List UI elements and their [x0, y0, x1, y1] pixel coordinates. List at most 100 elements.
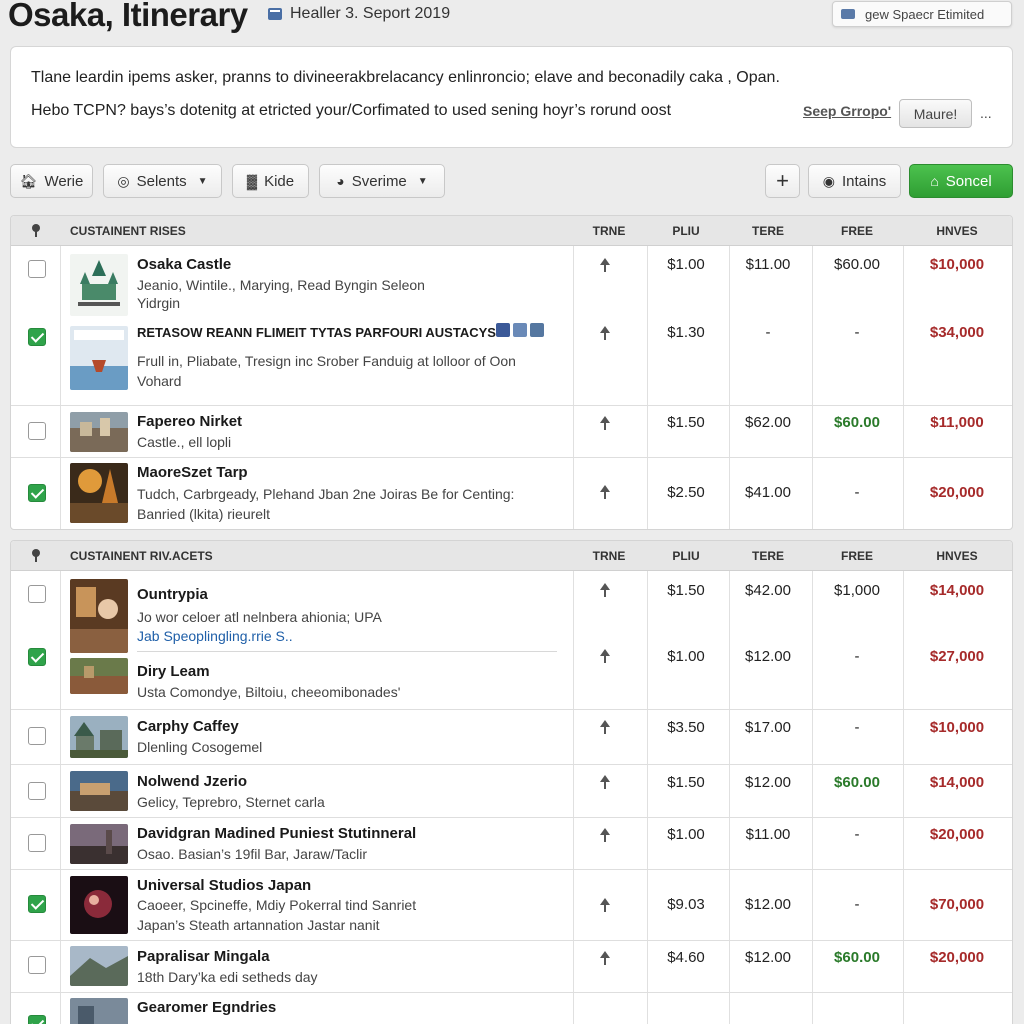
title-bar: Osaka, Itinerary Healler 3. Seport 2019 …	[0, 0, 1024, 36]
itinerary-table-2: CUSTAINENT RIV.ACETS TRNE PLIU TERE FREE…	[10, 540, 1013, 1024]
column-header-name[interactable]: CUSTAINENT RISES	[70, 224, 186, 238]
facebook-icon[interactable]	[496, 323, 510, 337]
primary-button[interactable]: ⌂ Soncel	[909, 164, 1013, 198]
sort-arrow-icon[interactable]	[599, 898, 611, 914]
social-icons	[496, 323, 544, 337]
row-checkbox[interactable]	[28, 328, 46, 346]
table-row[interactable]: MaoreSzet Tarp Tudch, Carbrgeady, Plehan…	[11, 458, 1012, 529]
top-right-label: gew Spaecr Etimited	[865, 6, 985, 22]
price-cell: $60.00	[834, 949, 880, 966]
description-button[interactable]: Maure!	[899, 99, 972, 128]
row-link[interactable]: Jab Speoplingling.rrie S..	[137, 628, 293, 644]
pin-icon	[31, 549, 41, 563]
table-row[interactable]: Ountrypia Jo wor celoer atl nelnbera ahi…	[11, 571, 1012, 710]
column-header-hnves[interactable]: HNVES	[917, 224, 997, 238]
sort-arrow-icon[interactable]	[599, 828, 611, 844]
row-title[interactable]: MaoreSzet Tarp	[137, 464, 248, 481]
row-title[interactable]: Ountrypia	[137, 586, 208, 603]
price-cell: -	[854, 826, 860, 843]
row-subtitle: Castle., ell lopli	[137, 434, 232, 450]
column-header-name[interactable]: CUSTAINENT RIV.ACETS	[70, 549, 213, 563]
row-checkbox[interactable]	[28, 648, 46, 666]
column-header-hnves[interactable]: HNVES	[917, 549, 997, 563]
table-header: CUSTAINENT RIV.ACETS TRNE PLIU TERE FREE…	[11, 541, 1012, 571]
share-icon[interactable]	[513, 323, 527, 337]
row-subtitle: Caoeer, Spcineffe, Mdiy Pokerral tind Sa…	[137, 897, 417, 913]
price-cell: $1.50	[667, 582, 705, 599]
sort-arrow-icon[interactable]	[599, 583, 611, 599]
column-header-trne[interactable]: TRNE	[569, 224, 649, 238]
table-row[interactable]: Fapereo Nirket Castle., ell lopli $1.50 …	[11, 406, 1012, 458]
price-cell: $41.00	[745, 484, 791, 501]
sort-arrow-icon[interactable]	[599, 720, 611, 736]
row-checkbox[interactable]	[28, 484, 46, 502]
sort-arrow-icon[interactable]	[599, 258, 611, 274]
row-title[interactable]: Diry Leam	[137, 663, 210, 680]
user-icon: ◉	[822, 172, 835, 189]
price-cell: $60.00	[834, 414, 880, 431]
row-title[interactable]: Fapereo Nirket	[137, 413, 242, 430]
row-checkbox[interactable]	[28, 834, 46, 852]
add-button[interactable]: +	[765, 164, 800, 198]
sort-arrow-icon[interactable]	[599, 416, 611, 432]
table-row[interactable]: Davidgran Madined Puniest Stutinneral Os…	[11, 818, 1012, 870]
price-cell: $12.00	[745, 648, 791, 665]
row-title[interactable]: Carphy Caffey	[137, 718, 239, 735]
price-cell: $1,000	[834, 582, 880, 599]
description-link[interactable]: Seep Grropo'	[803, 103, 891, 119]
sort-arrow-icon[interactable]	[599, 775, 611, 791]
total-cell: $27,000	[929, 648, 985, 665]
toolbar-button-label: Sverime	[351, 172, 407, 190]
row-title[interactable]: RETASOW REANN FLIMEIT TYTAS PARFOURI AUS…	[137, 325, 496, 340]
thumbnail-image	[70, 658, 128, 694]
column-header-pliu[interactable]: PLIU	[646, 224, 726, 238]
column-header-free[interactable]: FREE	[817, 549, 897, 563]
table-row[interactable]: Universal Studios Japan Caoeer, Spcineff…	[11, 870, 1012, 941]
row-checkbox[interactable]	[28, 1015, 46, 1024]
image-icon[interactable]	[530, 323, 544, 337]
row-title[interactable]: Nolwend Jzerio	[137, 773, 247, 790]
toolbar-button-werie[interactable]: 🏠︎ Werie	[10, 164, 93, 198]
column-header-trne[interactable]: TRNE	[569, 549, 649, 563]
row-checkbox[interactable]	[28, 585, 46, 603]
column-header-pliu[interactable]: PLIU	[646, 549, 726, 563]
row-title[interactable]: Universal Studios Japan	[137, 877, 311, 894]
row-checkbox[interactable]	[28, 727, 46, 745]
table-row[interactable]: Papralisar Mingala 18th Dary’ka edi seth…	[11, 941, 1012, 993]
top-right-button[interactable]: gew Spaecr Etimited	[832, 1, 1012, 27]
price-cell: $4.60	[667, 949, 705, 966]
table-row[interactable]: Carphy Caffey Dlenling Cosogemel $3.50 $…	[11, 710, 1012, 765]
sort-arrow-icon[interactable]	[599, 649, 611, 665]
row-checkbox[interactable]	[28, 895, 46, 913]
sort-arrow-icon[interactable]	[599, 326, 611, 342]
sort-arrow-icon[interactable]	[599, 951, 611, 967]
row-checkbox[interactable]	[28, 956, 46, 974]
price-cell: -	[854, 324, 860, 341]
more-options-icon[interactable]: ...	[980, 105, 992, 121]
row-subtitle: Usta Comondye, Biltoiu, cheeomibonades'	[137, 684, 401, 700]
row-checkbox[interactable]	[28, 782, 46, 800]
total-cell: $10,000	[929, 256, 985, 273]
toolbar-button-kide[interactable]: ▓ Kide	[232, 164, 309, 198]
intains-button[interactable]: ◉ Intains	[808, 164, 901, 198]
row-subtitle: Yidrgin	[137, 295, 181, 311]
row-title[interactable]: Osaka Castle	[137, 256, 231, 273]
row-title[interactable]: Papralisar Mingala	[137, 948, 270, 965]
row-checkbox[interactable]	[28, 260, 46, 278]
toolbar-button-selents[interactable]: ◎ Selents ▼	[103, 164, 222, 198]
table-row[interactable]: Gearomer Egndries	[11, 993, 1012, 1024]
row-title[interactable]: Gearomer Egndries	[137, 999, 276, 1016]
home-icon: ⌂	[930, 173, 939, 189]
column-header-free[interactable]: FREE	[817, 224, 897, 238]
sort-arrow-icon[interactable]	[599, 485, 611, 501]
table-row[interactable]: Osaka Castle Jeanio, Wintile., Marying, …	[11, 246, 1012, 406]
row-title[interactable]: Davidgran Madined Puniest Stutinneral	[137, 825, 416, 842]
chevron-down-icon: ▼	[417, 175, 428, 187]
row-checkbox[interactable]	[28, 422, 46, 440]
price-cell: -	[765, 324, 771, 341]
description-line-1: Tlane leardin ipems asker, pranns to div…	[31, 69, 780, 86]
toolbar-button-sverime[interactable]: ◕ Sverime ▼	[319, 164, 445, 198]
table-row[interactable]: Nolwend Jzerio Gelicy, Teprebro, Sternet…	[11, 765, 1012, 818]
column-header-tere[interactable]: TERE	[728, 224, 808, 238]
column-header-tere[interactable]: TERE	[728, 549, 808, 563]
